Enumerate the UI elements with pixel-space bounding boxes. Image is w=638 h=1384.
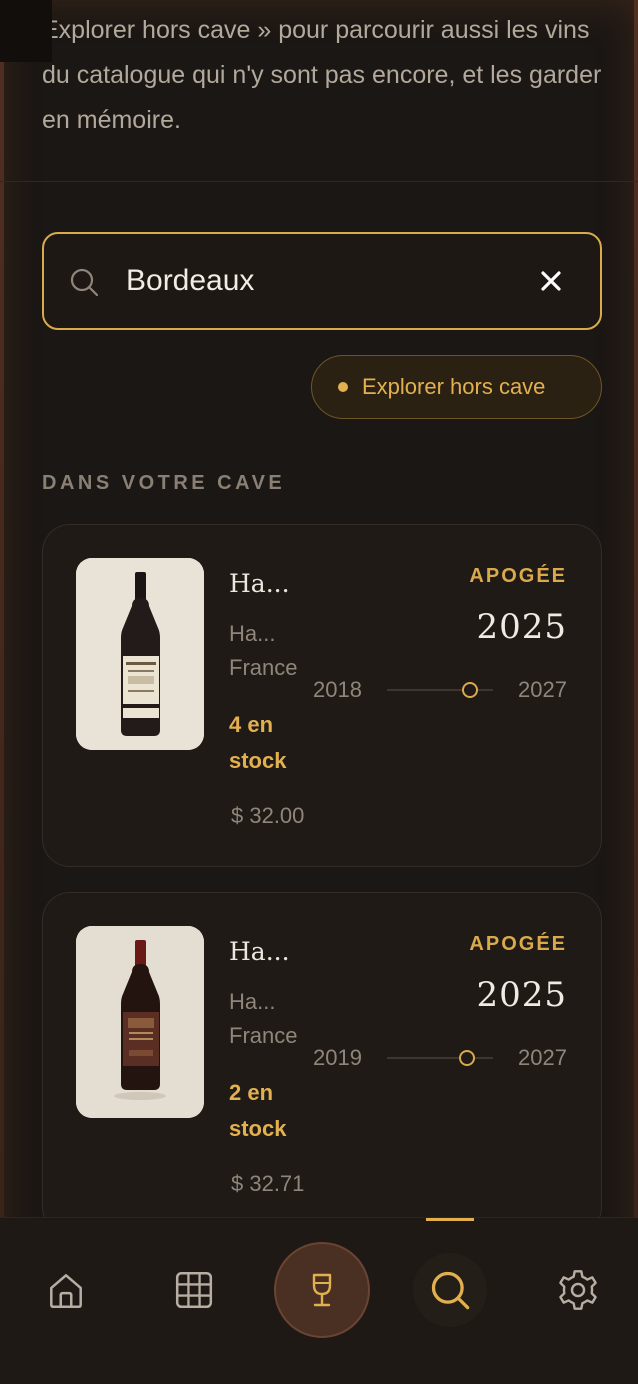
wine-card[interactable]: Ha... Ha... France 2 en stock $ 32.71 AP… <box>42 892 602 1235</box>
bottom-nav <box>0 1217 638 1384</box>
close-icon[interactable] <box>536 266 566 296</box>
wine-card[interactable]: Ha... Ha... France 4 en stock $ 32.00 AP… <box>42 524 602 867</box>
search-field[interactable]: Bordeaux <box>42 232 602 330</box>
edge-shadow-right <box>634 0 638 1384</box>
drinking-window-end: 2027 <box>518 677 567 702</box>
drinking-window-start: 2019 <box>313 1045 362 1070</box>
drinking-window-start: 2018 <box>313 677 362 702</box>
drinking-window-end: 2027 <box>518 1045 567 1070</box>
home-icon <box>50 1274 82 1309</box>
wine-price: $ 32.71 <box>231 1171 305 1196</box>
intro-text: Explorer hors cave » pour parcourir auss… <box>42 16 602 134</box>
wine-country: France <box>229 1023 298 1048</box>
overlay-corner <box>0 0 52 62</box>
nav-home[interactable] <box>42 1266 90 1314</box>
wine-glass-icon <box>312 1273 332 1307</box>
grid-icon <box>175 1271 213 1309</box>
nav-search[interactable] <box>426 1266 474 1314</box>
nav-wine-button[interactable] <box>274 1242 370 1338</box>
explore-hors-cave-label: Explorer hors cave <box>362 374 546 399</box>
stock-count: 2 en stock <box>229 1080 287 1141</box>
active-tab-indicator <box>426 1218 474 1221</box>
stock-count: 4 en stock <box>229 712 287 773</box>
edge-shadow-left <box>0 0 4 1384</box>
wine-region: Ha... <box>229 989 276 1014</box>
apogee-year: 2025 <box>476 607 567 647</box>
explore-hors-cave-button[interactable]: Explorer hors cave <box>311 355 602 419</box>
apogee-year: 2025 <box>476 975 567 1015</box>
search-icon <box>70 268 99 297</box>
apogee-label: APOGÉE <box>469 565 567 587</box>
app-screen: Explorer hors cave » pour parcourir auss… <box>0 0 638 1384</box>
wine-name: Ha... <box>229 569 290 598</box>
status-dot <box>338 382 348 392</box>
wine-name: Ha... <box>229 937 290 966</box>
wine-region: Ha... <box>229 621 276 646</box>
apogee-label: APOGÉE <box>469 933 567 955</box>
wine-bottle-image <box>76 926 204 1118</box>
drinking-window-track <box>387 1057 493 1059</box>
wine-country: France <box>229 655 298 680</box>
divider <box>0 181 638 182</box>
search-icon <box>431 1271 470 1310</box>
wine-price: $ 32.00 <box>231 803 305 828</box>
search-input[interactable]: Bordeaux <box>126 264 254 298</box>
drinking-window-marker <box>461 682 478 698</box>
drinking-window-marker <box>458 1050 475 1066</box>
wine-bottle-image <box>76 558 204 750</box>
nav-cellar-grid[interactable] <box>170 1266 218 1314</box>
section-title: DANS VOTRE CAVE <box>42 472 286 494</box>
gear-icon <box>559 1270 597 1310</box>
nav-settings[interactable] <box>554 1266 602 1314</box>
